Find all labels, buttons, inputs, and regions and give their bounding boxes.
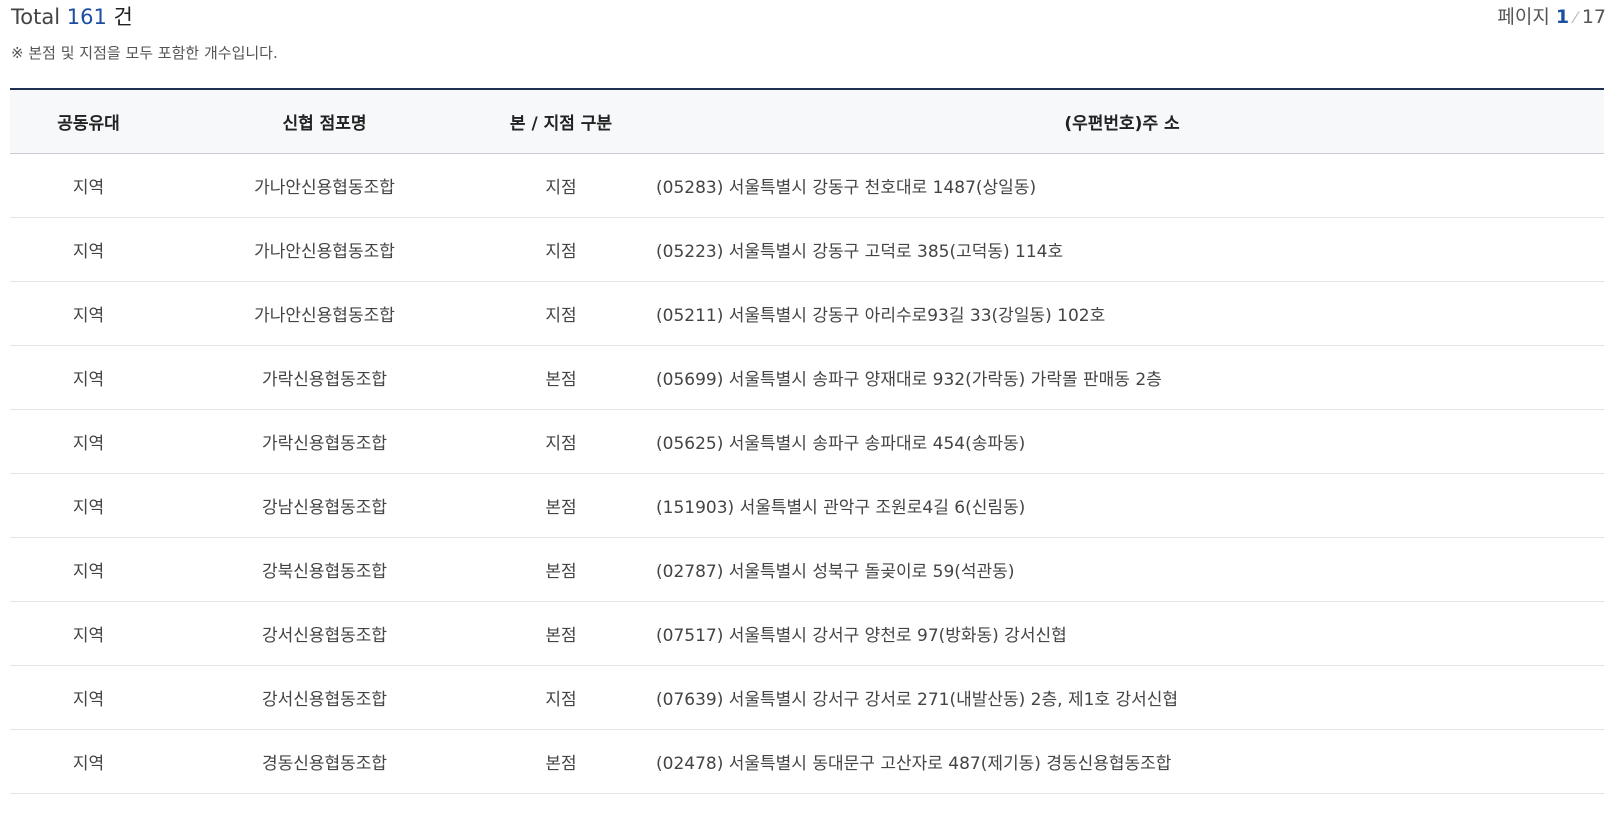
cell-common-bond: 지역 bbox=[10, 665, 167, 730]
table-row: 지역 강서신용협동조합 본점 (07517) 서울특별시 강서구 양천로 97(… bbox=[10, 601, 1604, 666]
cell-address: (02787) 서울특별시 성북구 돌곶이로 59(석관동) bbox=[640, 537, 1604, 602]
table-row: 지역 가나안신용협동조합 지점 (05211) 서울특별시 강동구 아리수로93… bbox=[10, 281, 1604, 346]
page-label: 페이지 bbox=[1497, 6, 1550, 28]
total-unit: 건 bbox=[113, 5, 133, 29]
table-row: 지역 강남신용협동조합 본점 (151903) 서울특별시 관악구 조원로4길 … bbox=[10, 473, 1604, 538]
cell-branch-type: 본점 bbox=[482, 473, 640, 538]
cell-address: (05283) 서울특별시 강동구 천호대로 1487(상일동) bbox=[640, 153, 1604, 218]
cell-address: (07639) 서울특별시 강서구 강서로 271(내발산동) 2층, 제1호 … bbox=[640, 665, 1604, 730]
cell-branch-type: 본점 bbox=[482, 601, 640, 666]
total-pages: 17 bbox=[1581, 6, 1606, 28]
branch-table: 공동유대 신협 점포명 본 / 지점 구분 (우편번호)주 소 지역 가나안신용… bbox=[10, 88, 1604, 794]
cell-branch-type: 지점 bbox=[482, 409, 640, 474]
table-row: 지역 가나안신용협동조합 지점 (05223) 서울특별시 강동구 고덕로 38… bbox=[10, 217, 1604, 282]
cell-address: (07517) 서울특별시 강서구 양천로 97(방화동) 강서신협 bbox=[640, 601, 1604, 666]
cell-branch-type: 본점 bbox=[482, 537, 640, 602]
cell-common-bond: 지역 bbox=[10, 153, 167, 218]
cell-address: (02478) 서울특별시 동대문구 고산자로 487(제기동) 경동신용협동조… bbox=[640, 729, 1604, 794]
cell-branch-type: 지점 bbox=[482, 665, 640, 730]
cell-address: (151903) 서울특별시 관악구 조원로4길 6(신림동) bbox=[640, 473, 1604, 538]
total-count: 161 bbox=[66, 5, 107, 29]
cell-branch-name: 강서신용협동조합 bbox=[167, 665, 482, 730]
header-branch-type: 본 / 지점 구분 bbox=[482, 89, 640, 154]
cell-branch-name: 가나안신용협동조합 bbox=[167, 281, 482, 346]
cell-common-bond: 지역 bbox=[10, 409, 167, 474]
cell-common-bond: 지역 bbox=[10, 473, 167, 538]
cell-branch-type: 지점 bbox=[482, 281, 640, 346]
page-indicator: 페이지 1 ⁄ 17 bbox=[1497, 0, 1606, 34]
cell-branch-type: 지점 bbox=[482, 153, 640, 218]
cell-common-bond: 지역 bbox=[10, 729, 167, 794]
cell-branch-name: 경동신용협동조합 bbox=[167, 729, 482, 794]
table-row: 지역 가락신용협동조합 본점 (05699) 서울특별시 송파구 양재대로 93… bbox=[10, 345, 1604, 410]
cell-branch-name: 가락신용협동조합 bbox=[167, 409, 482, 474]
cell-branch-name: 강남신용협동조합 bbox=[167, 473, 482, 538]
cell-branch-type: 지점 bbox=[482, 217, 640, 282]
cell-common-bond: 지역 bbox=[10, 601, 167, 666]
cell-address: (05699) 서울특별시 송파구 양재대로 932(가락동) 가락몰 판매동 … bbox=[640, 345, 1604, 410]
table-row: 지역 경동신용협동조합 본점 (02478) 서울특별시 동대문구 고산자로 4… bbox=[10, 729, 1604, 794]
current-page: 1 bbox=[1555, 6, 1570, 28]
cell-branch-name: 가락신용협동조합 bbox=[167, 345, 482, 410]
cell-branch-name: 강북신용협동조합 bbox=[167, 537, 482, 602]
table-row: 지역 가락신용협동조합 지점 (05625) 서울특별시 송파구 송파대로 45… bbox=[10, 409, 1604, 474]
total-count-summary: Total 161 건 bbox=[11, 0, 133, 34]
cell-branch-type: 본점 bbox=[482, 345, 640, 410]
count-note: ※ 본점 및 지점을 모두 포함한 개수입니다. bbox=[11, 44, 278, 62]
branch-list-page: Total 161 건 페이지 1 ⁄ 17 ※ 본점 및 지점을 모두 포함한 개… bbox=[0, 0, 1614, 821]
cell-branch-name: 가나안신용협동조합 bbox=[167, 217, 482, 282]
cell-common-bond: 지역 bbox=[10, 217, 167, 282]
cell-common-bond: 지역 bbox=[10, 345, 167, 410]
cell-branch-type: 본점 bbox=[482, 729, 640, 794]
header-branch-name: 신협 점포명 bbox=[167, 89, 482, 154]
cell-common-bond: 지역 bbox=[10, 281, 167, 346]
header-address: (우편번호)주 소 bbox=[640, 89, 1604, 154]
table-row: 지역 강서신용협동조합 지점 (07639) 서울특별시 강서구 강서로 271… bbox=[10, 665, 1604, 730]
cell-address: (05211) 서울특별시 강동구 아리수로93길 33(강일동) 102호 bbox=[640, 281, 1604, 346]
page-separator: ⁄ bbox=[1574, 8, 1577, 27]
cell-branch-name: 강서신용협동조합 bbox=[167, 601, 482, 666]
table-row: 지역 가나안신용협동조합 지점 (05283) 서울특별시 강동구 천호대로 1… bbox=[10, 153, 1604, 218]
cell-common-bond: 지역 bbox=[10, 537, 167, 602]
header-common-bond: 공동유대 bbox=[10, 89, 167, 154]
cell-branch-name: 가나안신용협동조합 bbox=[167, 153, 482, 218]
table-row: 지역 강북신용협동조합 본점 (02787) 서울특별시 성북구 돌곶이로 59… bbox=[10, 537, 1604, 602]
table-header-row: 공동유대 신협 점포명 본 / 지점 구분 (우편번호)주 소 bbox=[10, 89, 1604, 154]
cell-address: (05223) 서울특별시 강동구 고덕로 385(고덕동) 114호 bbox=[640, 217, 1604, 282]
cell-address: (05625) 서울특별시 송파구 송파대로 454(송파동) bbox=[640, 409, 1604, 474]
total-label: Total bbox=[11, 5, 61, 29]
